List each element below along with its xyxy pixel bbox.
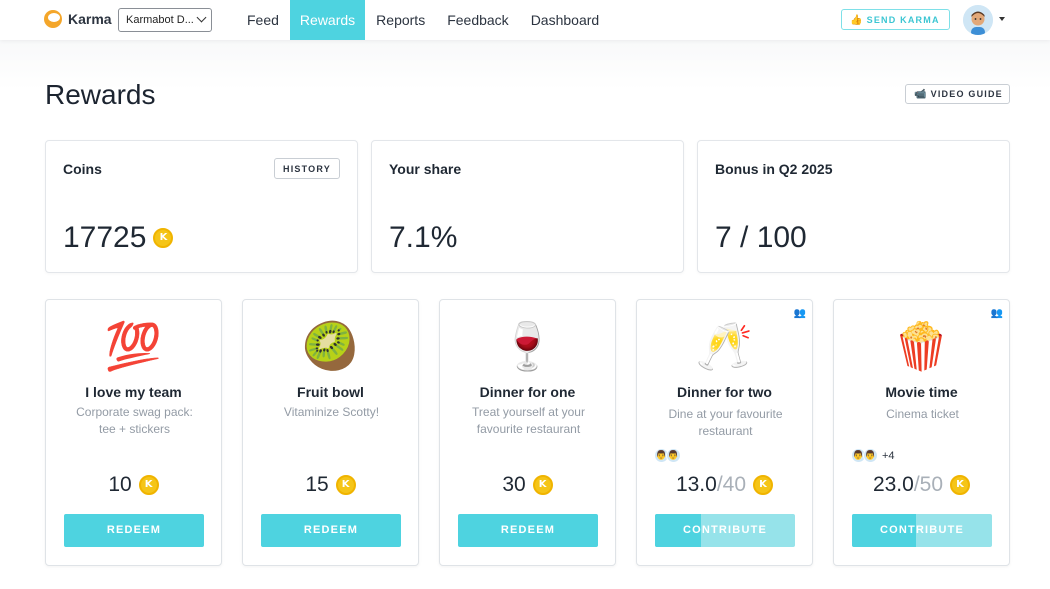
top-navbar: Karma Karmabot D... Feed Rewards Reports… [0, 0, 1050, 40]
share-label: Your share [389, 161, 462, 177]
reward-progress-amount: 23.0/50 K [834, 473, 1009, 497]
send-karma-button[interactable]: 👍 SEND KARMA [841, 9, 950, 30]
video-camera-icon: 📹 [914, 89, 928, 100]
redeem-button[interactable]: REDEEM [261, 514, 401, 547]
reward-card: 👥 🥂 Dinner for two Dine at your favourit… [636, 299, 813, 566]
reward-card: 💯 I love my team Corporate swag pack: te… [45, 299, 222, 566]
coin-icon: K [138, 475, 159, 495]
popcorn-icon: 🍿 [892, 320, 951, 372]
team-select-value: Karmabot D... [126, 14, 194, 26]
redeem-button[interactable]: REDEEM [64, 514, 204, 547]
page-title: Rewards [45, 79, 156, 110]
share-value: 7.1% [389, 221, 458, 254]
nav-item-dashboard[interactable]: Dashboard [520, 0, 611, 40]
coin-icon: K [153, 228, 174, 248]
karma-logo-icon [44, 10, 62, 28]
reward-description: Treat yourself at your favourite restaur… [472, 405, 585, 436]
reward-card: 🍷 Dinner for one Treat yourself at your … [439, 299, 616, 566]
reward-title: Dinner for two [677, 384, 772, 400]
logo[interactable]: Karma [44, 10, 112, 28]
reward-card: 🥝 Fruit bowl Vitaminize Scotty! 15 K RED… [242, 299, 419, 566]
team-select[interactable]: Karmabot D... [118, 8, 212, 32]
target-value: /50 [913, 473, 944, 496]
video-guide-label: VIDEO GUIDE [930, 89, 1003, 99]
reward-description: Vitaminize Scotty! [283, 405, 380, 419]
reward-description: Cinema ticket [886, 407, 959, 421]
app-name: Karma [68, 11, 112, 27]
reward-card: 👥 🍿 Movie time Cinema ticket 👨 👨 +4 23.0… [833, 299, 1010, 566]
extra-contributors-count: +4 [882, 449, 895, 462]
contribute-label: CONTRIBUTE [879, 524, 965, 536]
reward-title: I love my team [85, 384, 182, 400]
reward-title: Movie time [885, 384, 958, 400]
contributor-avatars: 👨 👨 +4 [851, 448, 895, 463]
chevron-down-icon [196, 12, 207, 23]
collected-value: 13.0 [675, 473, 717, 496]
thumbs-up-icon: 👍 [850, 15, 864, 26]
coin-icon: K [335, 475, 356, 495]
reward-price: 15 K [243, 473, 418, 497]
history-button[interactable]: HISTORY [274, 158, 340, 179]
champagne-glasses-icon: 🥂 [695, 320, 754, 372]
coin-icon: K [532, 475, 553, 495]
contributor-avatar-icon: 👨 [666, 448, 681, 463]
bonus-label: Bonus in Q2 2025 [715, 161, 833, 177]
price-value: 30 [502, 473, 526, 496]
send-karma-label: SEND KARMA [866, 15, 940, 25]
coins-label: Coins [63, 161, 102, 177]
kiwi-icon: 🥝 [301, 320, 360, 372]
coins-value: 17725 [63, 221, 147, 254]
nav-item-feedback[interactable]: Feedback [436, 0, 519, 40]
contribute-button[interactable]: CONTRIBUTE [655, 514, 795, 547]
contribute-label: CONTRIBUTE [682, 524, 768, 536]
main-menu: Feed Rewards Reports Feedback Dashboard [236, 0, 610, 40]
hundred-points-icon: 💯 [104, 320, 163, 372]
user-avatar[interactable] [963, 5, 993, 35]
contributor-avatars: 👨 👨 [654, 448, 681, 463]
target-value: /40 [716, 473, 747, 496]
contribute-button[interactable]: CONTRIBUTE [852, 514, 992, 547]
bonus-value: 7 / 100 [715, 221, 807, 254]
reward-title: Dinner for one [479, 384, 576, 400]
avatar-icon [963, 5, 993, 35]
reward-description: Dine at your favourite restaurant [668, 407, 783, 438]
nav-item-reports[interactable]: Reports [365, 0, 436, 40]
price-value: 10 [108, 473, 132, 496]
nav-item-feed[interactable]: Feed [236, 0, 290, 40]
coin-icon: K [753, 475, 774, 495]
redeem-button[interactable]: REDEEM [458, 514, 598, 547]
reward-price: 10 K [46, 473, 221, 497]
collected-value: 23.0 [872, 473, 914, 496]
nav-item-rewards[interactable]: Rewards [289, 0, 366, 40]
share-card: Your share 7.1% [371, 140, 684, 273]
reward-description: Corporate swag pack: tee + stickers [76, 405, 193, 436]
coins-value-row: 17725 K [63, 221, 174, 255]
coin-icon: K [950, 475, 971, 495]
reward-progress-amount: 13.0/40 K [637, 473, 812, 497]
video-guide-button[interactable]: 📹 VIDEO GUIDE [905, 84, 1010, 104]
contributor-avatar-icon: 👨 [863, 448, 878, 463]
reward-title: Fruit bowl [297, 384, 364, 400]
price-value: 15 [305, 473, 329, 496]
wine-glass-icon: 🍷 [498, 320, 557, 372]
coins-card: Coins HISTORY 17725 K [45, 140, 358, 273]
reward-price: 30 K [440, 473, 615, 497]
avatar-dropdown-caret-icon[interactable] [999, 17, 1005, 21]
bonus-card: Bonus in Q2 2025 7 / 100 [697, 140, 1010, 273]
